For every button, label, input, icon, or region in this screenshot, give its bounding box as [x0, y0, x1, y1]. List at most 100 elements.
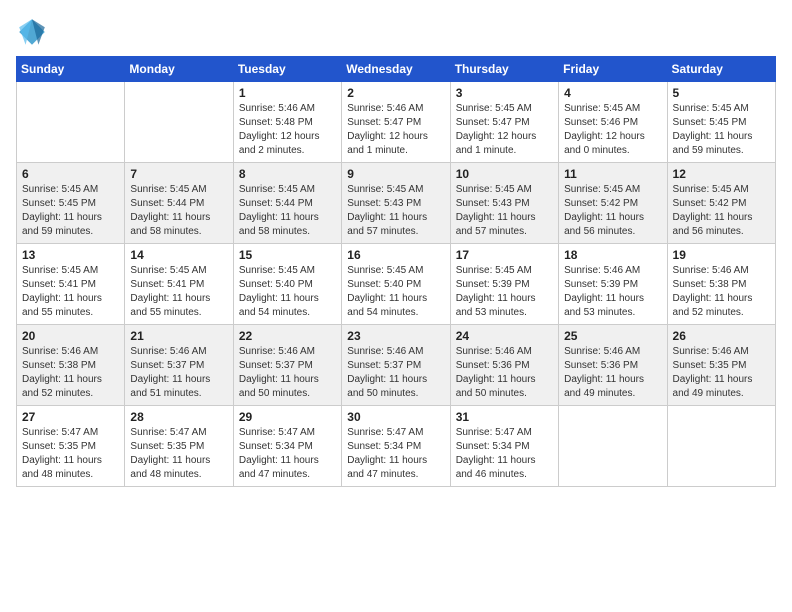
calendar-week-row: 6 Sunrise: 5:45 AM Sunset: 5:45 PM Daylig… — [17, 163, 776, 244]
day-number: 20 — [22, 329, 119, 343]
col-header-wednesday: Wednesday — [342, 57, 450, 82]
day-number: 4 — [564, 86, 661, 100]
day-info: Sunrise: 5:46 AM Sunset: 5:47 PM Dayligh… — [347, 102, 444, 158]
calendar-cell: 8Sunrise: 5:45 AM Sunset: 5:44 PM Daylig… — [233, 163, 341, 244]
day-info: Sunrise: 5:46 AM Sunset: 5:36 PM Dayligh… — [564, 345, 661, 401]
day-info: Sunrise: 5:45 AM Sunset: 5:45 PM Dayligh… — [673, 102, 770, 158]
logo-icon — [16, 16, 48, 48]
day-info: Sunrise: 5:45 AM Sunset: 5:42 PM Dayligh… — [673, 183, 770, 239]
calendar-cell — [17, 82, 125, 163]
calendar-week-row: 1 Sunrise: 5:46 AM Sunset: 5:48 PM Daylig… — [17, 82, 776, 163]
day-number: 30 — [347, 410, 444, 424]
calendar-cell: 18Sunrise: 5:46 AM Sunset: 5:39 PM Dayli… — [559, 244, 667, 325]
day-number: 17 — [456, 248, 553, 262]
day-info: Sunrise: 5:45 AM Sunset: 5:39 PM Dayligh… — [456, 264, 553, 320]
day-info: Sunrise: 5:45 AM Sunset: 5:45 PM Dayligh… — [22, 183, 119, 239]
day-number: 22 — [239, 329, 336, 343]
calendar-cell: 3 Sunrise: 5:45 AM Sunset: 5:47 PM Daylig… — [450, 82, 558, 163]
calendar-cell: 17 Sunrise: 5:45 AM Sunset: 5:39 PM Dayli… — [450, 244, 558, 325]
day-number: 2 — [347, 86, 444, 100]
day-number: 9 — [347, 167, 444, 181]
calendar-cell: 10 Sunrise: 5:45 AM Sunset: 5:43 PM Dayli… — [450, 163, 558, 244]
day-info: Sunrise: 5:45 AM Sunset: 5:43 PM Dayligh… — [347, 183, 444, 239]
col-header-tuesday: Tuesday — [233, 57, 341, 82]
day-info: Sunrise: 5:47 AM Sunset: 5:34 PM Dayligh… — [347, 426, 444, 482]
day-info: Sunrise: 5:46 AM Sunset: 5:37 PM Dayligh… — [239, 345, 336, 401]
col-header-friday: Friday — [559, 57, 667, 82]
calendar-cell: 1 Sunrise: 5:46 AM Sunset: 5:48 PM Daylig… — [233, 82, 341, 163]
day-number: 16 — [347, 248, 444, 262]
calendar-week-row: 13 Sunrise: 5:45 AM Sunset: 5:41 PM Dayli… — [17, 244, 776, 325]
day-number: 13 — [22, 248, 119, 262]
calendar-cell: 23 Sunrise: 5:46 AM Sunset: 5:37 PM Dayli… — [342, 325, 450, 406]
col-header-saturday: Saturday — [667, 57, 775, 82]
col-header-sunday: Sunday — [17, 57, 125, 82]
day-info: Sunrise: 5:45 AM Sunset: 5:46 PM Dayligh… — [564, 102, 661, 158]
day-info: Sunrise: 5:45 AM Sunset: 5:42 PM Dayligh… — [564, 183, 661, 239]
day-info: Sunrise: 5:46 AM Sunset: 5:39 PM Dayligh… — [564, 264, 661, 320]
day-number: 28 — [130, 410, 227, 424]
calendar-cell: 14 Sunrise: 5:45 AM Sunset: 5:41 PM Dayli… — [125, 244, 233, 325]
day-number: 3 — [456, 86, 553, 100]
calendar-table: SundayMondayTuesdayWednesdayThursdayFrid… — [16, 56, 776, 487]
day-info: Sunrise: 5:46 AM Sunset: 5:35 PM Dayligh… — [673, 345, 770, 401]
calendar-week-row: 20 Sunrise: 5:46 AM Sunset: 5:38 PM Dayli… — [17, 325, 776, 406]
day-info: Sunrise: 5:45 AM Sunset: 5:40 PM Dayligh… — [239, 264, 336, 320]
col-header-thursday: Thursday — [450, 57, 558, 82]
day-number: 7 — [130, 167, 227, 181]
day-info: Sunrise: 5:46 AM Sunset: 5:37 PM Dayligh… — [347, 345, 444, 401]
calendar-cell: 29 Sunrise: 5:47 AM Sunset: 5:34 PM Dayli… — [233, 406, 341, 487]
calendar-cell — [559, 406, 667, 487]
calendar-cell: 20 Sunrise: 5:46 AM Sunset: 5:38 PM Dayli… — [17, 325, 125, 406]
calendar-header-row: SundayMondayTuesdayWednesdayThursdayFrid… — [17, 57, 776, 82]
day-info: Sunrise: 5:46 AM Sunset: 5:38 PM Dayligh… — [22, 345, 119, 401]
calendar-cell: 25 Sunrise: 5:46 AM Sunset: 5:36 PM Dayli… — [559, 325, 667, 406]
day-number: 31 — [456, 410, 553, 424]
calendar-cell: 12Sunrise: 5:45 AM Sunset: 5:42 PM Dayli… — [667, 163, 775, 244]
day-number: 25 — [564, 329, 661, 343]
day-info: Sunrise: 5:45 AM Sunset: 5:47 PM Dayligh… — [456, 102, 553, 158]
calendar-cell: 21 Sunrise: 5:46 AM Sunset: 5:37 PM Dayli… — [125, 325, 233, 406]
day-number: 6 — [22, 167, 119, 181]
day-info: Sunrise: 5:45 AM Sunset: 5:41 PM Dayligh… — [22, 264, 119, 320]
calendar-cell: 15 Sunrise: 5:45 AM Sunset: 5:40 PM Dayli… — [233, 244, 341, 325]
day-info: Sunrise: 5:47 AM Sunset: 5:35 PM Dayligh… — [22, 426, 119, 482]
calendar-cell: 13 Sunrise: 5:45 AM Sunset: 5:41 PM Dayli… — [17, 244, 125, 325]
day-info: Sunrise: 5:47 AM Sunset: 5:34 PM Dayligh… — [456, 426, 553, 482]
day-info: Sunrise: 5:46 AM Sunset: 5:48 PM Dayligh… — [239, 102, 336, 158]
calendar-cell: 19 Sunrise: 5:46 AM Sunset: 5:38 PM Dayli… — [667, 244, 775, 325]
day-number: 23 — [347, 329, 444, 343]
calendar-cell: 11 Sunrise: 5:45 AM Sunset: 5:42 PM Dayli… — [559, 163, 667, 244]
day-number: 11 — [564, 167, 661, 181]
calendar-cell: 26Sunrise: 5:46 AM Sunset: 5:35 PM Dayli… — [667, 325, 775, 406]
day-info: Sunrise: 5:45 AM Sunset: 5:43 PM Dayligh… — [456, 183, 553, 239]
header — [16, 16, 776, 48]
col-header-monday: Monday — [125, 57, 233, 82]
day-number: 15 — [239, 248, 336, 262]
day-number: 14 — [130, 248, 227, 262]
day-number: 1 — [239, 86, 336, 100]
calendar-cell: 5Sunrise: 5:45 AM Sunset: 5:45 PM Daylig… — [667, 82, 775, 163]
day-info: Sunrise: 5:47 AM Sunset: 5:34 PM Dayligh… — [239, 426, 336, 482]
day-info: Sunrise: 5:45 AM Sunset: 5:44 PM Dayligh… — [130, 183, 227, 239]
calendar-cell: 24Sunrise: 5:46 AM Sunset: 5:36 PM Dayli… — [450, 325, 558, 406]
day-info: Sunrise: 5:45 AM Sunset: 5:40 PM Dayligh… — [347, 264, 444, 320]
day-number: 27 — [22, 410, 119, 424]
calendar-cell: 4 Sunrise: 5:45 AM Sunset: 5:46 PM Daylig… — [559, 82, 667, 163]
day-info: Sunrise: 5:47 AM Sunset: 5:35 PM Dayligh… — [130, 426, 227, 482]
calendar-cell: 2 Sunrise: 5:46 AM Sunset: 5:47 PM Daylig… — [342, 82, 450, 163]
day-number: 10 — [456, 167, 553, 181]
calendar-cell — [125, 82, 233, 163]
day-info: Sunrise: 5:45 AM Sunset: 5:41 PM Dayligh… — [130, 264, 227, 320]
calendar-cell: 16 Sunrise: 5:45 AM Sunset: 5:40 PM Dayli… — [342, 244, 450, 325]
calendar-cell — [667, 406, 775, 487]
calendar-cell: 30 Sunrise: 5:47 AM Sunset: 5:34 PM Dayli… — [342, 406, 450, 487]
day-info: Sunrise: 5:46 AM Sunset: 5:38 PM Dayligh… — [673, 264, 770, 320]
calendar-cell: 27 Sunrise: 5:47 AM Sunset: 5:35 PM Dayli… — [17, 406, 125, 487]
day-number: 21 — [130, 329, 227, 343]
logo — [16, 16, 52, 48]
day-info: Sunrise: 5:46 AM Sunset: 5:36 PM Dayligh… — [456, 345, 553, 401]
day-number: 29 — [239, 410, 336, 424]
day-number: 19 — [673, 248, 770, 262]
day-info: Sunrise: 5:46 AM Sunset: 5:37 PM Dayligh… — [130, 345, 227, 401]
